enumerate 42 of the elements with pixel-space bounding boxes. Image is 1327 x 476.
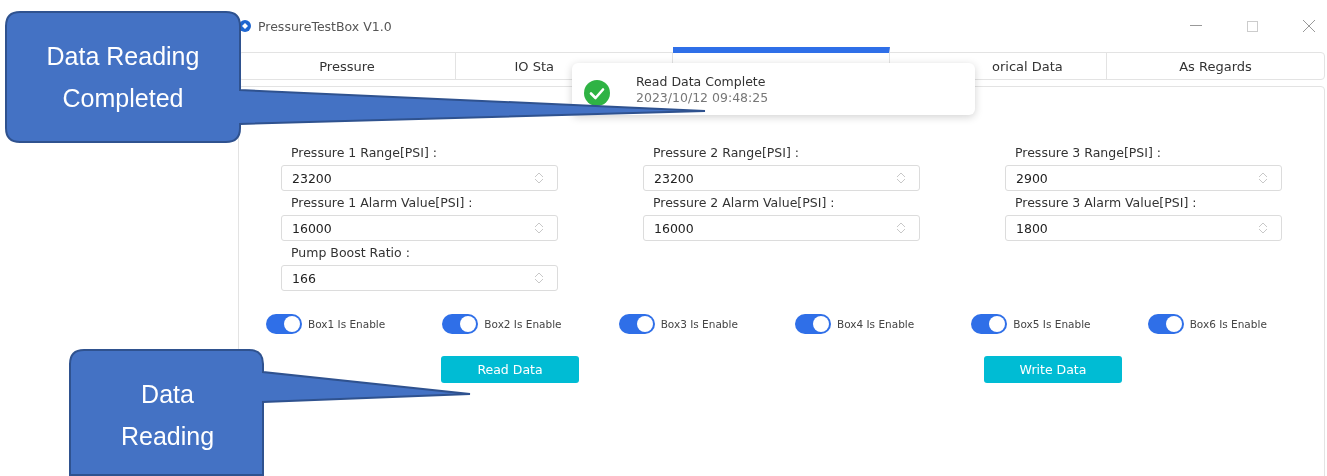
spinner-arrows-icon[interactable] bbox=[533, 172, 545, 184]
field-label: Pump Boost Ratio : bbox=[290, 245, 411, 260]
toggle-switch[interactable] bbox=[795, 314, 831, 334]
number-field[interactable]: 2900 bbox=[1005, 165, 1282, 191]
toggle-label: Box4 Is Enable bbox=[837, 318, 915, 330]
callout-text: Data Reading Completed bbox=[45, 41, 201, 114]
field-label: Pressure 3 Alarm Value[PSI] : bbox=[1014, 195, 1198, 210]
field-label: Pressure 2 Range[PSI] : bbox=[652, 145, 800, 160]
field-label: Pressure 1 Range[PSI] : bbox=[290, 145, 438, 160]
toggle-switch[interactable] bbox=[618, 314, 655, 334]
spinner-arrows-icon[interactable] bbox=[895, 172, 907, 184]
spinner-arrows-icon[interactable] bbox=[533, 272, 545, 284]
window-title: PressureTestBox V1.0 bbox=[258, 18, 392, 34]
number-field[interactable]: 23200 bbox=[281, 165, 558, 191]
toggle-switch[interactable] bbox=[1147, 314, 1184, 334]
toggle-label: Box2 Is Enable bbox=[484, 318, 562, 330]
toggle-label: Box5 Is Enable bbox=[1013, 318, 1091, 330]
number-field[interactable]: 16000 bbox=[643, 215, 920, 241]
toggle-switch[interactable] bbox=[971, 314, 1008, 334]
number-field[interactable]: 1800 bbox=[1005, 215, 1282, 241]
field-label: Pressure 2 Alarm Value[PSI] : bbox=[652, 195, 836, 210]
close-icon[interactable] bbox=[1303, 20, 1315, 32]
spinner-arrows-icon[interactable] bbox=[533, 222, 545, 234]
spinner-arrows-icon[interactable] bbox=[1257, 172, 1269, 184]
spinner-arrows-icon[interactable] bbox=[1257, 222, 1269, 234]
toggle-label: Box6 Is Enable bbox=[1189, 318, 1267, 330]
toggle-switch[interactable] bbox=[266, 314, 302, 334]
number-field[interactable]: 23200 bbox=[643, 165, 920, 191]
tab[interactable]: As Regards bbox=[1107, 53, 1324, 79]
check-circle-icon bbox=[584, 80, 610, 106]
callout-text: Data Reading bbox=[119, 379, 216, 452]
toast-time: 2023/10/12 09:48:25 bbox=[636, 89, 769, 105]
minimize-icon[interactable] bbox=[1190, 25, 1202, 27]
field-label: Pressure 1 Alarm Value[PSI] : bbox=[290, 195, 474, 210]
toggle-switch[interactable] bbox=[442, 314, 479, 334]
toggle-label: Box1 Is Enable bbox=[308, 318, 386, 330]
maximize-icon[interactable] bbox=[1247, 20, 1258, 32]
number-field[interactable]: 166 bbox=[281, 265, 558, 291]
spinner-arrows-icon[interactable] bbox=[895, 222, 907, 234]
toggle-label: Box3 Is Enable bbox=[660, 318, 738, 330]
number-field[interactable]: 16000 bbox=[281, 215, 558, 241]
field-label: Pressure 3 Range[PSI] : bbox=[1014, 145, 1162, 160]
